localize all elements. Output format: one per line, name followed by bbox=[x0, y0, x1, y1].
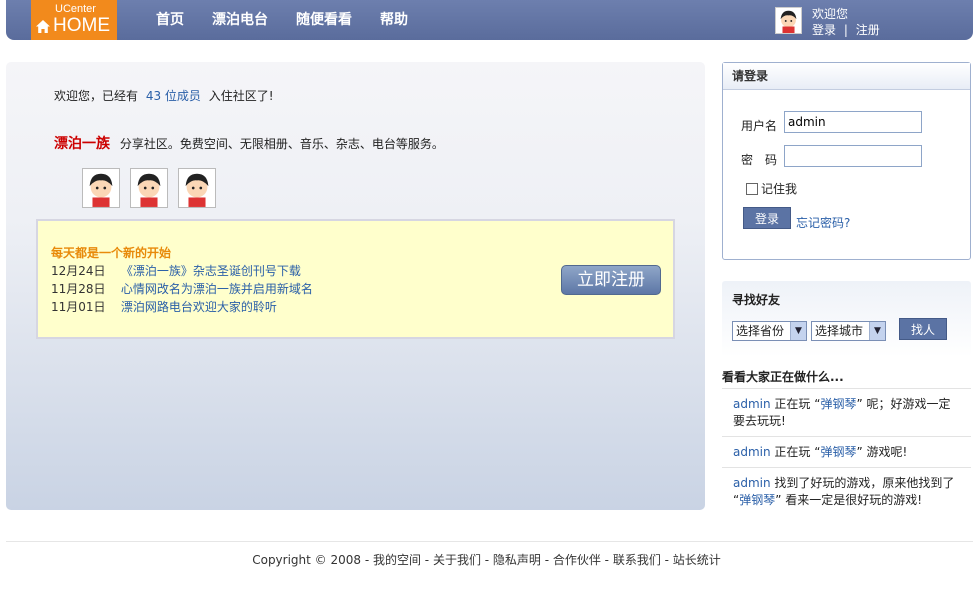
remember-checkbox[interactable] bbox=[746, 182, 758, 195]
find-friends-title: 寻找好友 bbox=[732, 293, 781, 307]
province-select-value: 选择省份 bbox=[736, 324, 785, 338]
activity-user-link[interactable]: admin bbox=[733, 445, 771, 459]
news-item: 11月28日 心情网改名为漂泊一族并启用新域名 bbox=[51, 280, 313, 298]
nav-item-browse[interactable]: 随便看看 bbox=[296, 9, 352, 29]
login-box: 请登录 用户名 密 码 记住我 登录 忘记密码? bbox=[722, 62, 971, 260]
news-list: 12月24日 《漂泊一族》杂志圣诞创刊号下载 11月28日 心情网改名为漂泊一族… bbox=[51, 262, 313, 316]
city-select[interactable]: 选择城市 ▼ bbox=[811, 321, 886, 341]
province-select[interactable]: 选择省份 ▼ bbox=[732, 321, 807, 341]
brand-description: 分享社区。免费空间、无限相册、音乐、杂志、电台等服务。 bbox=[119, 137, 444, 151]
auth-links: 登录 | 注册 bbox=[812, 21, 880, 38]
activity-list: admin 正在玩 “弹钢琴” 呢；好游戏一定要去玩玩! admin 正在玩 “… bbox=[722, 388, 971, 515]
nav-item-help[interactable]: 帮助 bbox=[380, 9, 408, 29]
news-date: 11月28日 bbox=[51, 282, 106, 296]
activity-item: admin 正在玩 “弹钢琴” 游戏呢! bbox=[722, 436, 971, 467]
member-avatar[interactable] bbox=[130, 168, 168, 208]
activity-title: 看看大家正在做什么... bbox=[722, 370, 844, 384]
nav-item-radio[interactable]: 漂泊电台 bbox=[212, 9, 268, 29]
news-date: 12月24日 bbox=[51, 264, 106, 278]
news-link[interactable]: 心情网改名为漂泊一族并启用新域名 bbox=[121, 282, 313, 296]
logo-big-text: HOME bbox=[53, 15, 110, 36]
activity-game-link[interactable]: 弹钢琴 bbox=[820, 397, 856, 411]
main-nav: 首页 漂泊电台 随便看看 帮助 bbox=[156, 9, 436, 29]
activity-text: ” 游戏呢! bbox=[856, 445, 908, 459]
activity-game-link[interactable]: 弹钢琴 bbox=[820, 445, 856, 459]
find-people-button[interactable]: 找人 bbox=[899, 318, 947, 340]
activity-game-link[interactable]: 弹钢琴 bbox=[739, 493, 775, 507]
password-label: 密 码 bbox=[741, 153, 778, 167]
news-link[interactable]: 《漂泊一族》杂志圣诞创刊号下载 bbox=[121, 264, 301, 278]
nav-item-home[interactable]: 首页 bbox=[156, 9, 184, 29]
find-friends-box: 寻找好友 选择省份 ▼ 选择城市 ▼ 找人 bbox=[722, 281, 971, 357]
header-login-link[interactable]: 登录 bbox=[812, 23, 836, 37]
chevron-down-icon: ▼ bbox=[790, 322, 806, 340]
brand-name: 漂泊一族 bbox=[54, 136, 110, 152]
intro-suffix: 入住社区了! bbox=[208, 89, 274, 103]
chevron-down-icon: ▼ bbox=[869, 322, 885, 340]
register-now-button[interactable]: 立即注册 bbox=[561, 265, 661, 295]
activity-item: admin 正在玩 “弹钢琴” 呢；好游戏一定要去玩玩! bbox=[722, 388, 971, 436]
news-date: 11月01日 bbox=[51, 300, 106, 314]
activity-text: ” 看来一定是很好玩的游戏! bbox=[775, 493, 923, 507]
activity-user-link[interactable]: admin bbox=[733, 476, 771, 490]
news-box: 每天都是一个新的开始 12月24日 《漂泊一族》杂志圣诞创刊号下载 11月28日… bbox=[36, 219, 675, 339]
intro-prefix: 欢迎您，已经有 bbox=[54, 89, 139, 103]
activity-text: 正在玩 “ bbox=[770, 397, 821, 411]
separator: | bbox=[843, 23, 848, 37]
logo-small-text: UCenter bbox=[55, 3, 96, 15]
news-title: 每天都是一个新的开始 bbox=[51, 246, 172, 260]
site-logo[interactable]: UCenter HOME bbox=[31, 0, 117, 40]
brand-line: 漂泊一族 分享社区。免费空间、无限相册、音乐、杂志、电台等服务。 bbox=[54, 133, 444, 153]
header-register-link[interactable]: 注册 bbox=[856, 23, 880, 37]
username-label: 用户名 bbox=[741, 119, 778, 133]
login-button[interactable]: 登录 bbox=[743, 207, 791, 229]
member-avatar[interactable] bbox=[178, 168, 216, 208]
news-item: 12月24日 《漂泊一族》杂志圣诞创刊号下载 bbox=[51, 262, 313, 280]
news-link[interactable]: 漂泊网路电台欢迎大家的聆听 bbox=[121, 300, 277, 314]
avatar bbox=[775, 7, 802, 34]
remember-me[interactable]: 记住我 bbox=[746, 180, 797, 197]
city-select-value: 选择城市 bbox=[815, 324, 864, 338]
footer: Copyright © 2008 - 我的空间 - 关于我们 - 隐私声明 - … bbox=[252, 553, 721, 567]
top-header: UCenter HOME 首页 漂泊电台 随便看看 帮助 欢迎您 登录 | 注册 bbox=[6, 0, 973, 40]
welcome-text: 欢迎您 bbox=[812, 7, 849, 21]
password-field[interactable] bbox=[784, 145, 922, 167]
news-item: 11月01日 漂泊网路电台欢迎大家的聆听 bbox=[51, 298, 313, 316]
intro-text: 欢迎您，已经有 43 位成员 入住社区了! bbox=[54, 87, 274, 104]
username-field[interactable] bbox=[784, 111, 922, 133]
forgot-password-link[interactable]: 忘记密码? bbox=[796, 214, 850, 231]
activity-text: 正在玩 “ bbox=[770, 445, 821, 459]
activity-user-link[interactable]: admin bbox=[733, 397, 771, 411]
activity-item: admin 找到了好玩的游戏，原来他找到了 “弹钢琴” 看来一定是很好玩的游戏! bbox=[722, 467, 971, 515]
member-avatar[interactable] bbox=[82, 168, 120, 208]
member-avatars bbox=[82, 168, 226, 208]
main-panel: 欢迎您，已经有 43 位成员 入住社区了! 漂泊一族 分享社区。免费空间、无限相… bbox=[6, 62, 705, 510]
home-icon bbox=[36, 20, 50, 33]
remember-label: 记住我 bbox=[761, 182, 798, 196]
member-count-link[interactable]: 43 位成员 bbox=[146, 89, 201, 103]
footer-divider bbox=[6, 541, 973, 542]
login-title: 请登录 bbox=[723, 63, 970, 90]
